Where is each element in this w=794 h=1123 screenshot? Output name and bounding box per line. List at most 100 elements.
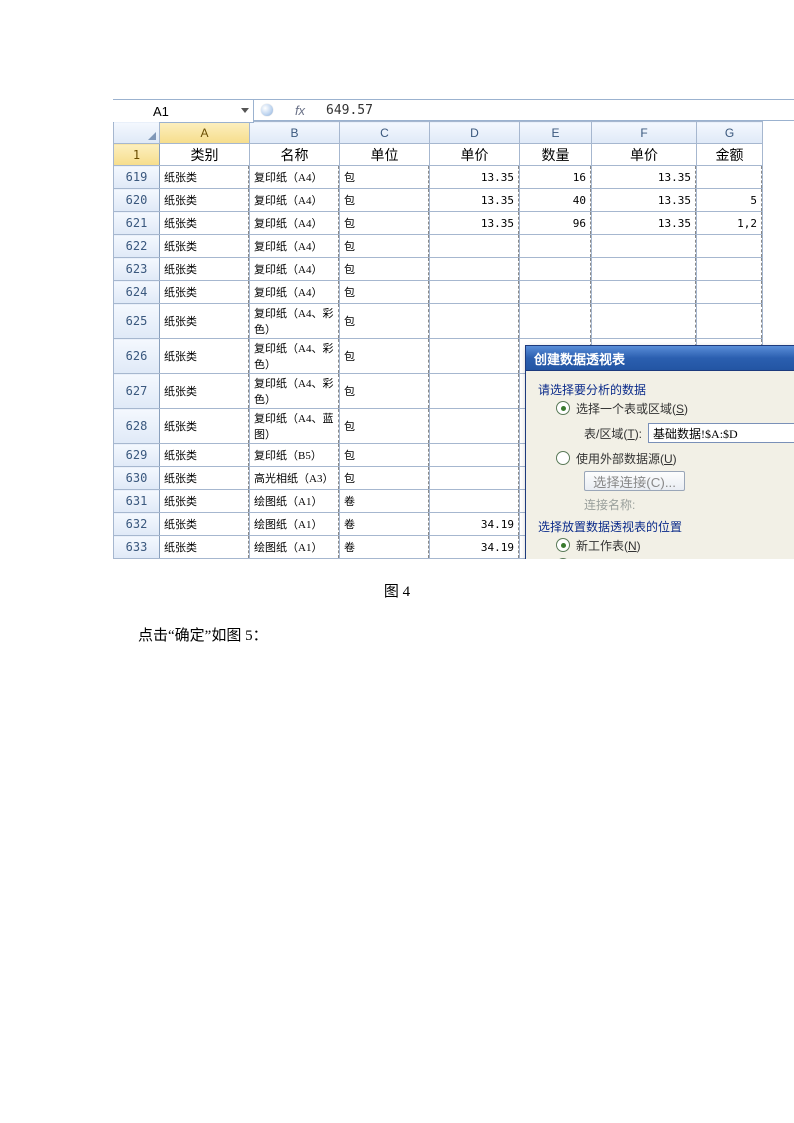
- row-header[interactable]: 619: [114, 166, 160, 189]
- cell[interactable]: 纸张类: [160, 444, 250, 467]
- cell[interactable]: 卷: [340, 536, 430, 559]
- cell[interactable]: 包: [340, 258, 430, 281]
- row-header[interactable]: 631: [114, 490, 160, 513]
- cell[interactable]: 16: [520, 166, 592, 189]
- cell[interactable]: 卷: [340, 513, 430, 536]
- cell[interactable]: 包: [340, 212, 430, 235]
- name-box[interactable]: A1: [113, 99, 254, 123]
- row-header[interactable]: 622: [114, 235, 160, 258]
- header-cell[interactable]: 类别: [160, 144, 250, 166]
- col-header[interactable]: G: [697, 122, 763, 144]
- cell[interactable]: 包: [340, 304, 430, 339]
- row-header[interactable]: 634: [114, 559, 160, 560]
- cell[interactable]: [430, 258, 520, 281]
- cell[interactable]: 绘图纸（A1）: [250, 490, 340, 513]
- cell[interactable]: 包: [340, 235, 430, 258]
- cell[interactable]: 13.35: [592, 212, 697, 235]
- row-header[interactable]: 624: [114, 281, 160, 304]
- row-header[interactable]: 627: [114, 374, 160, 409]
- cell[interactable]: [592, 281, 697, 304]
- cell[interactable]: [430, 235, 520, 258]
- cell[interactable]: 纸张类: [160, 258, 250, 281]
- cell[interactable]: 纸张类: [160, 339, 250, 374]
- cell[interactable]: [592, 304, 697, 339]
- table-range-input[interactable]: [648, 423, 794, 443]
- cell[interactable]: [430, 304, 520, 339]
- cell[interactable]: 包: [340, 166, 430, 189]
- cell[interactable]: 纸张类: [160, 467, 250, 490]
- cell[interactable]: 复印纸（A4、蓝图）: [250, 409, 340, 444]
- cell[interactable]: [697, 304, 763, 339]
- cell[interactable]: 纸张类: [160, 281, 250, 304]
- select-all-corner[interactable]: [114, 122, 160, 144]
- cell[interactable]: 包: [340, 467, 430, 490]
- cell[interactable]: 包: [340, 339, 430, 374]
- row-header[interactable]: 632: [114, 513, 160, 536]
- cell[interactable]: 13.35: [430, 166, 520, 189]
- cell[interactable]: [430, 281, 520, 304]
- cell[interactable]: 1,2: [697, 212, 763, 235]
- radio-external-source[interactable]: [556, 451, 570, 465]
- row-header[interactable]: 633: [114, 536, 160, 559]
- cell[interactable]: 5: [697, 189, 763, 212]
- header-cell[interactable]: 单位: [340, 144, 430, 166]
- cell[interactable]: [592, 235, 697, 258]
- cell[interactable]: 纸张类: [160, 536, 250, 559]
- cell[interactable]: [697, 258, 763, 281]
- cell[interactable]: 纸张类: [160, 490, 250, 513]
- cell[interactable]: [520, 258, 592, 281]
- col-header[interactable]: C: [340, 122, 430, 144]
- cell[interactable]: [160, 559, 250, 560]
- cell[interactable]: 绘图纸（A1）: [250, 536, 340, 559]
- cell[interactable]: 复印纸（A4、彩色）: [250, 339, 340, 374]
- cell[interactable]: [430, 339, 520, 374]
- cell[interactable]: [340, 559, 430, 560]
- cell[interactable]: [697, 235, 763, 258]
- cell[interactable]: 绘图纸（A1）: [250, 513, 340, 536]
- fx-label[interactable]: fx: [280, 99, 320, 121]
- cell[interactable]: 包: [340, 444, 430, 467]
- col-header[interactable]: E: [520, 122, 592, 144]
- cell[interactable]: [697, 281, 763, 304]
- radio-select-table[interactable]: [556, 401, 570, 415]
- header-cell[interactable]: 数量: [520, 144, 592, 166]
- cell[interactable]: 纸张类: [160, 513, 250, 536]
- col-header[interactable]: D: [430, 122, 520, 144]
- cell[interactable]: [520, 304, 592, 339]
- cell[interactable]: 纸张类: [160, 235, 250, 258]
- dialog-titlebar[interactable]: 创建数据透视表 ? X: [526, 346, 794, 371]
- header-cell[interactable]: 单价: [592, 144, 697, 166]
- cell[interactable]: 复印纸（A4）: [250, 281, 340, 304]
- row-header[interactable]: 629: [114, 444, 160, 467]
- cell[interactable]: 34.19: [430, 536, 520, 559]
- row-header[interactable]: 1: [114, 144, 160, 166]
- cell[interactable]: 纸张类: [160, 374, 250, 409]
- row-header[interactable]: 630: [114, 467, 160, 490]
- cell[interactable]: 96: [520, 212, 592, 235]
- cell[interactable]: 复印纸（A4）: [250, 166, 340, 189]
- cell[interactable]: 纸张类: [160, 304, 250, 339]
- header-cell[interactable]: 金额: [697, 144, 763, 166]
- radio-new-sheet[interactable]: [556, 538, 570, 552]
- cell[interactable]: 复印纸（A4）: [250, 212, 340, 235]
- cell[interactable]: 复印纸（B5）: [250, 444, 340, 467]
- cell[interactable]: [430, 559, 520, 560]
- formula-bar-handle[interactable]: [254, 99, 280, 121]
- cell[interactable]: 复印纸（A4）: [250, 235, 340, 258]
- cell[interactable]: 复印纸（A4、彩色）: [250, 304, 340, 339]
- cell[interactable]: 高光相纸（A3）: [250, 467, 340, 490]
- cell[interactable]: [520, 235, 592, 258]
- cell[interactable]: 包: [340, 409, 430, 444]
- cell[interactable]: [430, 467, 520, 490]
- cell[interactable]: 纸张类: [160, 166, 250, 189]
- row-header[interactable]: 625: [114, 304, 160, 339]
- row-header[interactable]: 626: [114, 339, 160, 374]
- radio-existing-sheet[interactable]: [556, 558, 570, 559]
- row-header[interactable]: 628: [114, 409, 160, 444]
- cell[interactable]: 包: [340, 281, 430, 304]
- col-header[interactable]: F: [592, 122, 697, 144]
- cell[interactable]: 复印纸（A4）: [250, 189, 340, 212]
- row-header[interactable]: 621: [114, 212, 160, 235]
- cell[interactable]: 卷: [340, 490, 430, 513]
- cell[interactable]: 纸张类: [160, 189, 250, 212]
